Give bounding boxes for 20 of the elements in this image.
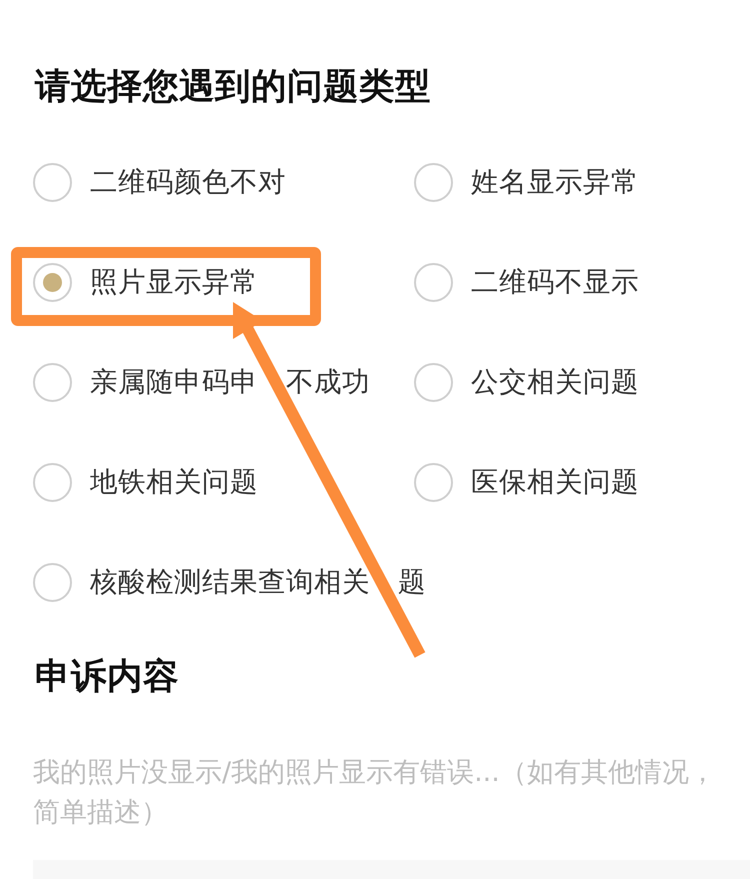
option-label[interactable]: 亲属随申码申 不成功 [90,364,370,400]
section-heading: 申诉内容 [34,657,179,697]
option-label[interactable]: 核酸检测结果查询相关 题 [90,564,426,600]
radio-button[interactable] [33,562,72,602]
radio-button[interactable] [33,262,72,302]
radio-button[interactable] [33,362,72,402]
option-label[interactable]: 姓名显示异常 [471,164,639,200]
section-heading: 请选择您遇到的问题类型 [34,67,431,107]
option-label[interactable]: 公交相关问题 [471,364,639,400]
option-label[interactable]: 照片显示异常 [90,264,258,300]
option-label[interactable]: 二维码不显示 [471,264,639,300]
radio-button[interactable] [414,162,453,202]
radio-button[interactable] [33,462,72,502]
radio-button[interactable] [414,462,453,502]
option-label[interactable]: 二维码颜色不对 [90,164,286,200]
option-label[interactable]: 医保相关问题 [471,464,639,500]
radio-button[interactable] [414,362,453,402]
radio-button[interactable] [33,162,72,202]
option-label[interactable]: 地铁相关问题 [90,464,258,500]
radio-button[interactable] [414,262,453,302]
